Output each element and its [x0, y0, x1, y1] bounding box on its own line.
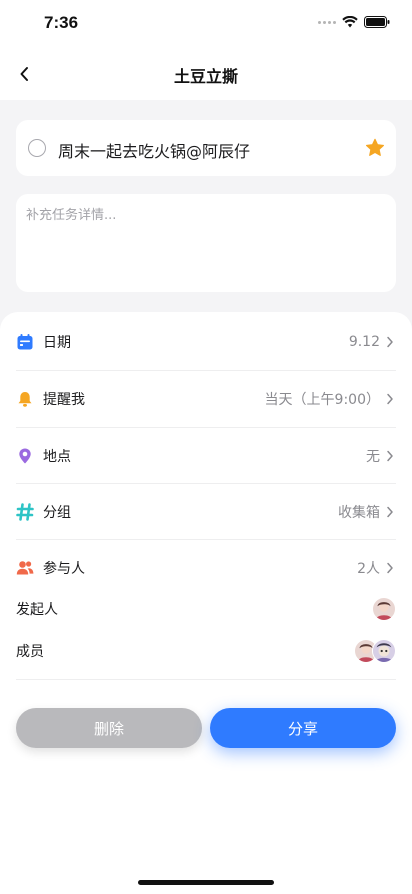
avatar[interactable]: [372, 597, 396, 621]
group-value: 收集箱: [338, 505, 380, 521]
chevron-right-icon: [386, 335, 396, 349]
hashtag-icon: [16, 503, 34, 521]
detail-card: [16, 194, 396, 292]
initiator-row: 发起人: [16, 594, 396, 624]
participants-value: 2人: [357, 561, 380, 577]
chevron-right-icon: [386, 505, 396, 519]
status-icons: [318, 16, 390, 28]
reminder-label: 提醒我: [43, 392, 85, 408]
share-button[interactable]: 分享: [210, 708, 396, 748]
people-icon: [16, 559, 34, 577]
delete-button[interactable]: 删除: [16, 708, 202, 748]
page-title: 土豆立撕: [173, 67, 238, 86]
bell-icon: [16, 390, 34, 408]
date-row[interactable]: 日期 9.12: [16, 314, 396, 370]
initiator-label: 发起人: [16, 602, 58, 618]
chevron-right-icon: [386, 449, 396, 463]
chevron-right-icon: [386, 561, 396, 575]
star-icon[interactable]: [364, 137, 386, 159]
avatar[interactable]: [372, 639, 396, 663]
home-indicator: [138, 880, 274, 885]
members-label: 成员: [16, 644, 44, 660]
divider: [16, 679, 396, 680]
battery-icon: [364, 16, 390, 28]
participants-label: 参与人: [43, 561, 85, 577]
date-value: 9.12: [348, 334, 380, 350]
task-complete-checkbox[interactable]: [28, 139, 46, 157]
wifi-icon: [342, 16, 358, 28]
location-pin-icon: [16, 447, 34, 465]
status-time: 7:36: [44, 13, 79, 32]
members-row: 成员: [16, 636, 396, 666]
location-row[interactable]: 地点 无: [16, 428, 396, 484]
member-avatars[interactable]: [354, 639, 396, 663]
signal-icon: [318, 20, 336, 24]
date-label: 日期: [43, 335, 71, 351]
status-bar: 7:36: [0, 0, 412, 48]
reminder-row[interactable]: 提醒我 当天（上午9:00）: [16, 371, 396, 427]
participants-row[interactable]: 参与人 2人: [16, 540, 396, 596]
task-detail-input[interactable]: [26, 204, 386, 282]
group-label: 分组: [43, 505, 71, 521]
task-card: 周末一起去吃火锅@阿辰仔: [16, 120, 396, 176]
calendar-icon: [16, 333, 34, 351]
location-value: 无: [366, 449, 380, 465]
group-row[interactable]: 分组 收集箱: [16, 484, 396, 540]
nav-bar: 土豆立撕: [0, 48, 412, 100]
location-label: 地点: [43, 449, 71, 465]
reminder-value: 当天（上午9:00）: [264, 392, 380, 408]
chevron-right-icon: [386, 392, 396, 406]
task-title[interactable]: 周末一起去吃火锅@阿辰仔: [58, 138, 250, 162]
